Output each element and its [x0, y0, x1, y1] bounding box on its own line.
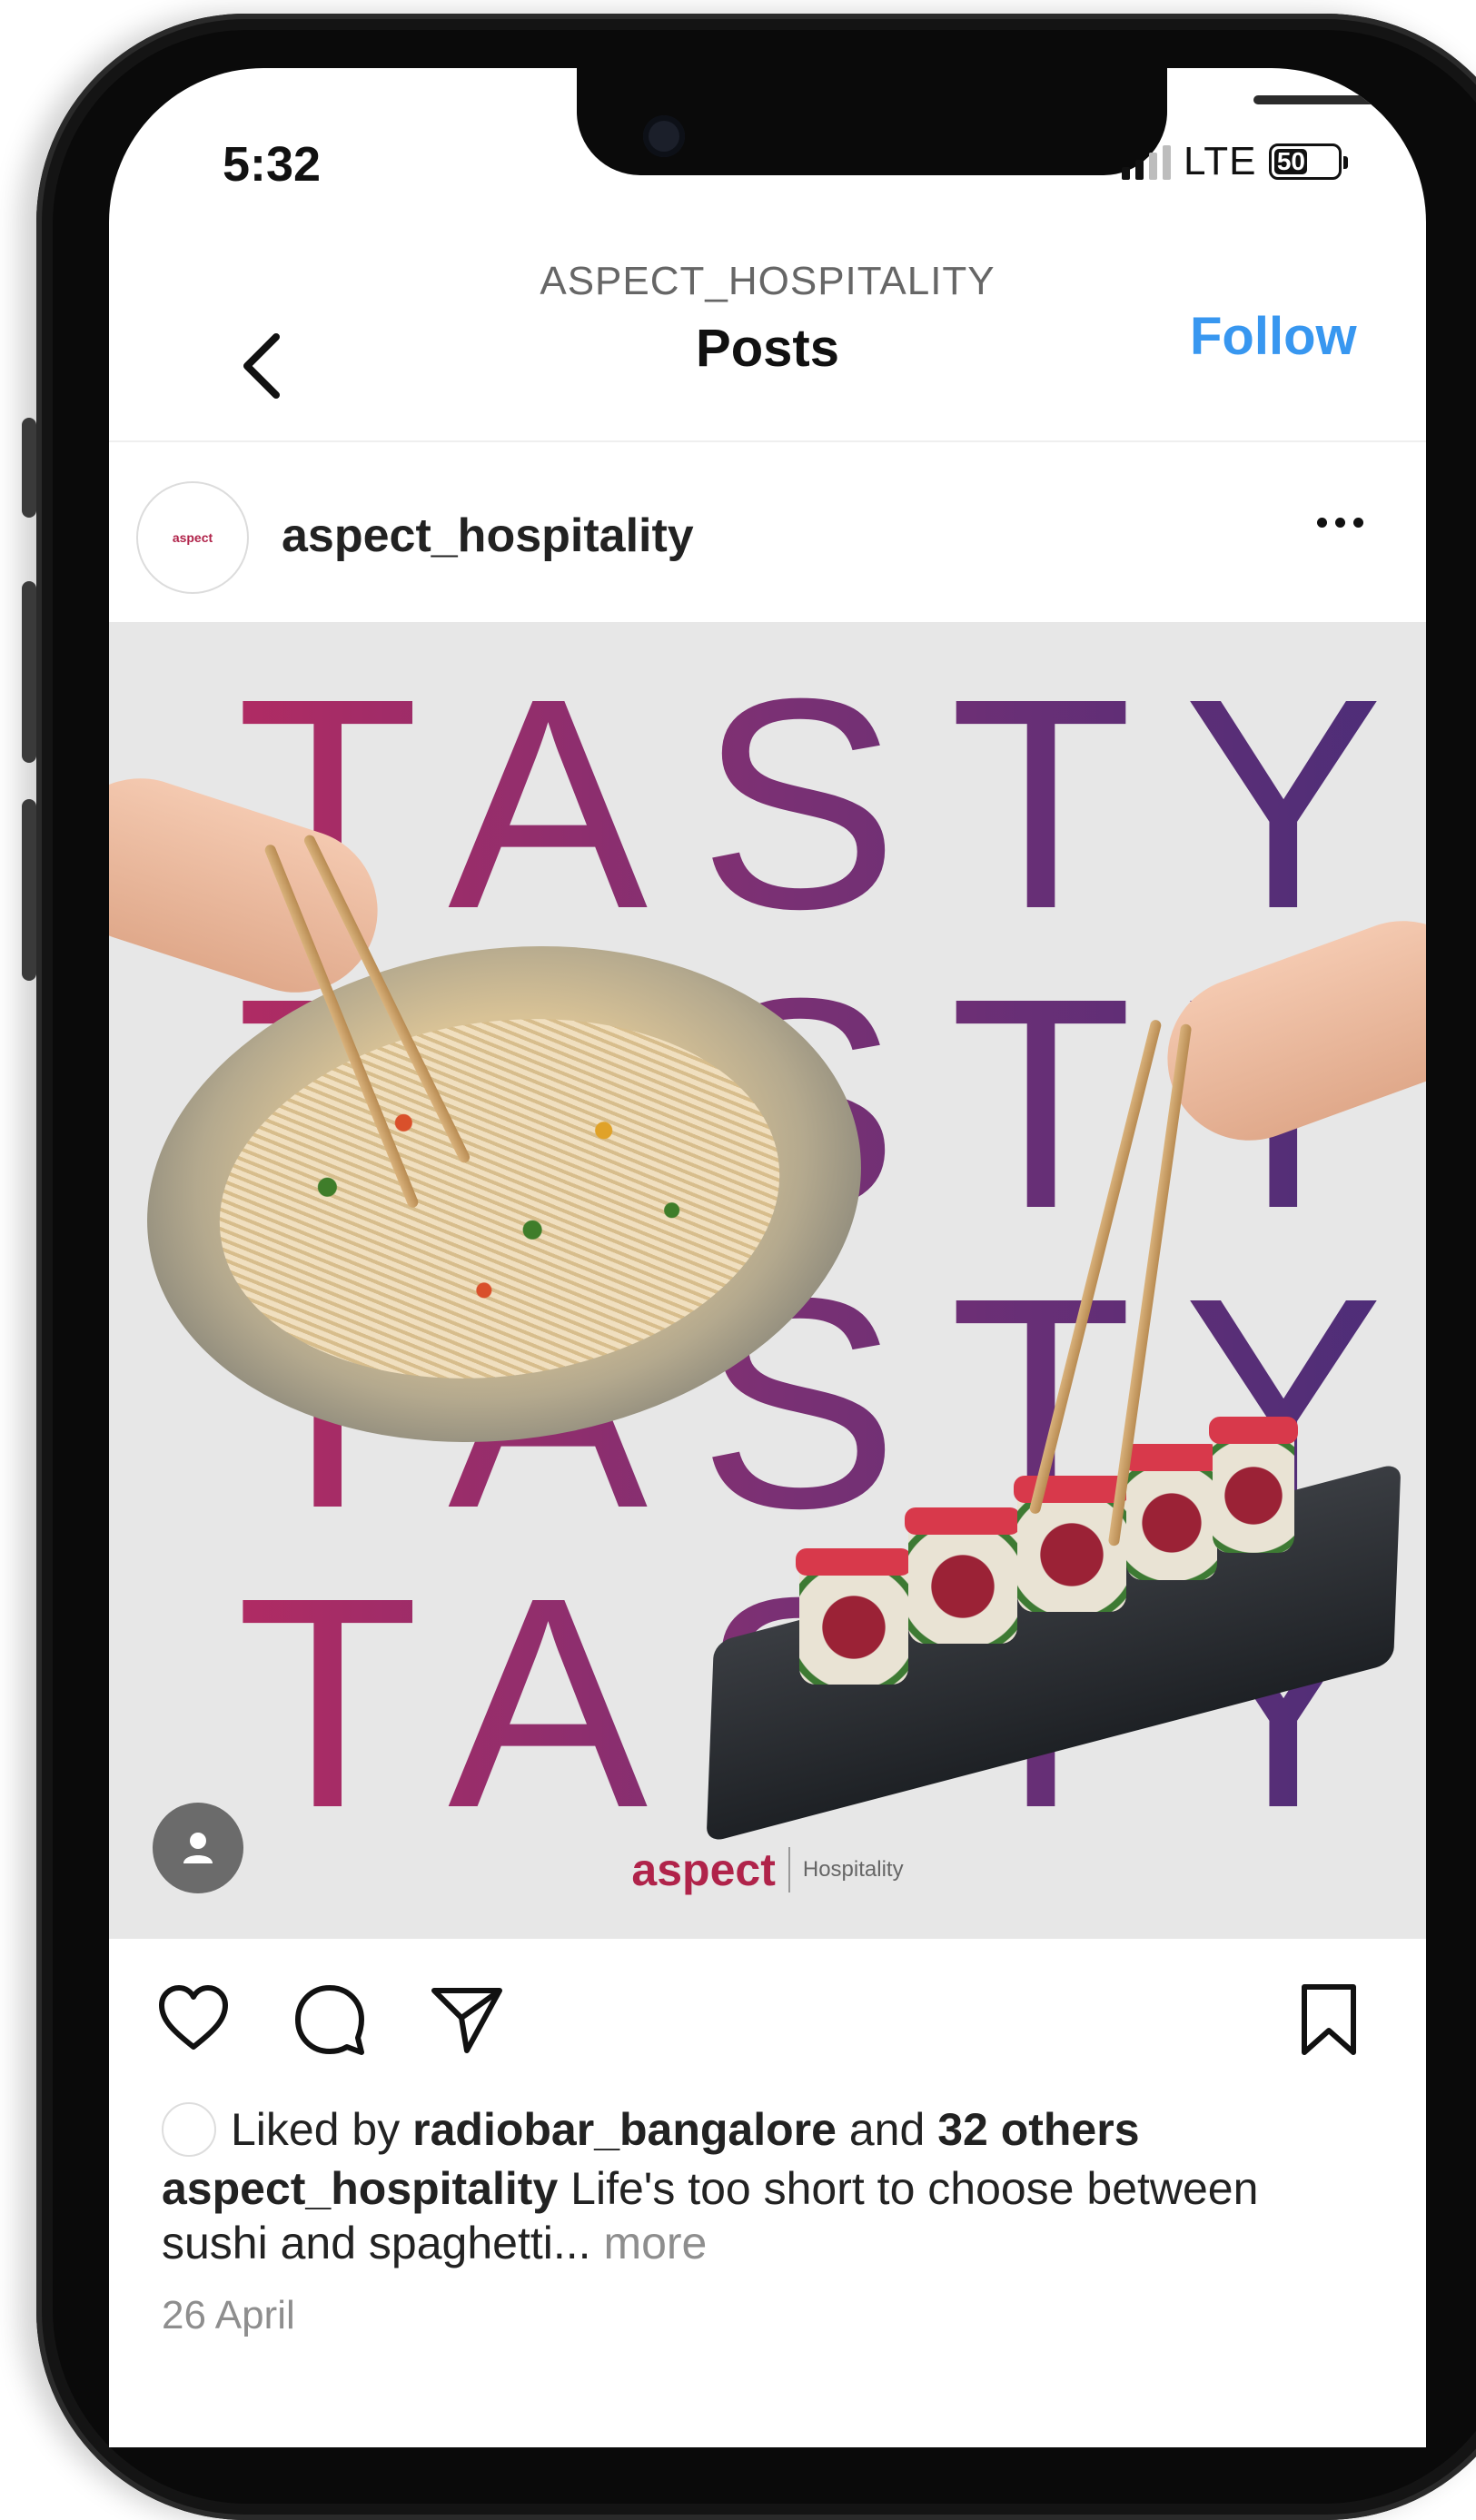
- sushi-piece: [1123, 1444, 1221, 1580]
- likes-text: Liked by radiobar_bangalore and 32 other…: [231, 2103, 1140, 2156]
- sushi-piece: [905, 1507, 1021, 1644]
- signal-icon: [1122, 143, 1171, 180]
- liker-username[interactable]: radiobar_bangalore: [412, 2104, 837, 2155]
- brand-name: aspect: [631, 1844, 776, 1895]
- front-camera: [643, 115, 685, 157]
- bookmark-icon: [1302, 1984, 1356, 2055]
- sushi-piece: [1209, 1417, 1298, 1553]
- header-divider: [109, 440, 1426, 442]
- post-avatar[interactable]: aspect: [136, 481, 249, 594]
- send-icon: [431, 1988, 502, 2053]
- heart-icon: [159, 1985, 228, 2050]
- battery-level: 50: [1274, 147, 1308, 175]
- status-time: 5:32: [223, 137, 322, 192]
- avatar-logo: aspect: [172, 530, 213, 545]
- likes-others[interactable]: 32 others: [937, 2104, 1139, 2155]
- status-indicators: LTE 50: [1122, 139, 1349, 184]
- more-options-icon[interactable]: [1317, 518, 1363, 528]
- liker-avatar: [162, 2102, 216, 2157]
- save-button[interactable]: [1290, 1980, 1368, 2058]
- brand-divider: [788, 1847, 790, 1892]
- volume-up-button: [22, 581, 36, 763]
- battery-icon: 50: [1269, 143, 1349, 180]
- brand-logo: aspect Hospitality: [109, 1843, 1426, 1896]
- brand-sub: Hospitality: [802, 1857, 904, 1882]
- headline-line: TASTY: [236, 654, 1426, 954]
- follow-button[interactable]: Follow: [1190, 306, 1357, 367]
- likes-summary[interactable]: Liked by radiobar_bangalore and 32 other…: [162, 2102, 1140, 2157]
- volume-down-button: [22, 799, 36, 981]
- comment-button[interactable]: [291, 1980, 369, 2058]
- caption-author[interactable]: aspect_hospitality: [162, 2163, 558, 2214]
- post-username[interactable]: aspect_hospitality: [282, 509, 694, 563]
- mute-switch: [22, 418, 36, 518]
- likes-prefix: Liked by: [231, 2104, 401, 2155]
- header-account: ASPECT_HOSPITALITY: [540, 259, 996, 303]
- screen: 5:32 LTE 50 ASPECT_HOSPITALITY Posts Fol…: [109, 68, 1426, 2447]
- like-button[interactable]: [154, 1980, 233, 2058]
- likes-conjunction: and: [848, 2104, 926, 2155]
- speaker: [1253, 95, 1390, 104]
- share-button[interactable]: [427, 1980, 505, 2058]
- network-type: LTE: [1184, 139, 1257, 183]
- caption-more-link[interactable]: more: [603, 2218, 707, 2268]
- post-image[interactable]: TASTY TASTY TASTY TASTY aspect Hospitali…: [109, 622, 1426, 1939]
- comment-icon: [295, 1985, 364, 2055]
- post-caption: aspect_hospitality Life's too short to c…: [162, 2161, 1370, 2270]
- post-date: 26 April: [162, 2293, 295, 2337]
- sushi-piece: [796, 1548, 912, 1685]
